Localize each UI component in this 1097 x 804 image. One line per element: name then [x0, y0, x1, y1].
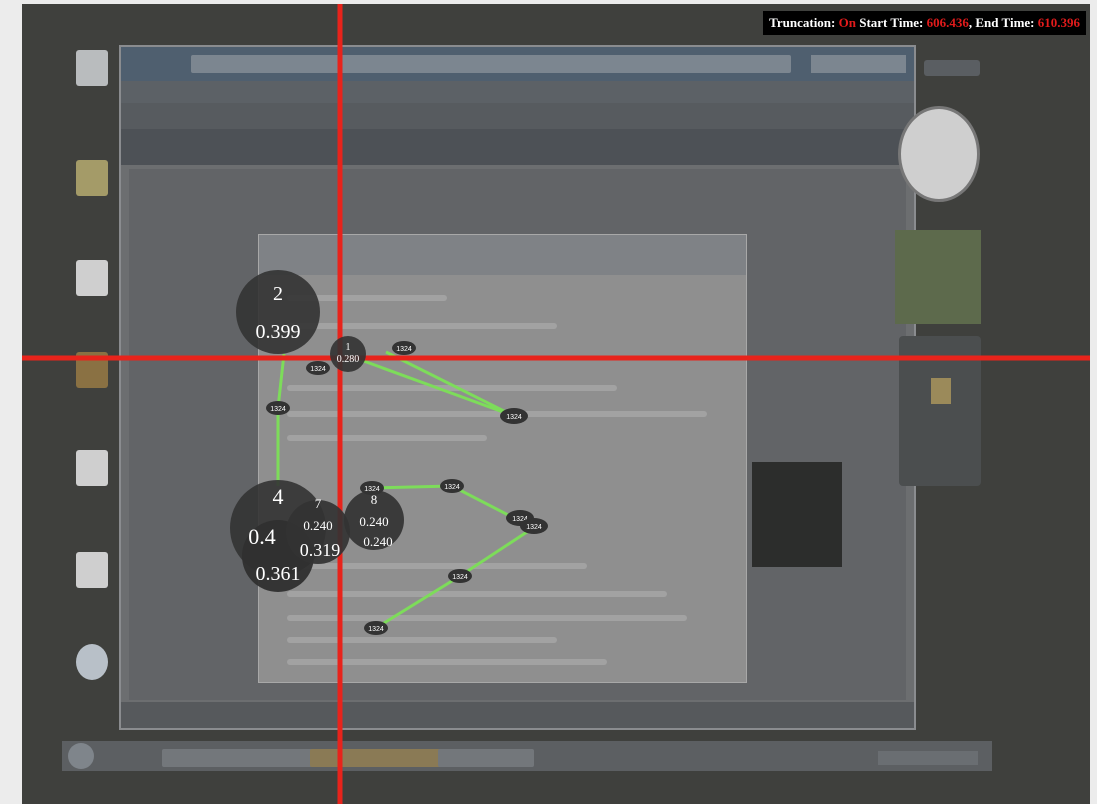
fixation-point-label: 1324 — [396, 346, 412, 353]
fixation-8: 8 0.240 0.240 — [344, 490, 404, 550]
fixation-index: 4 — [273, 484, 284, 509]
fixation-duration-2: 0.361 — [256, 563, 301, 585]
fixation-point-label: 1324 — [270, 406, 286, 413]
fixation-point: 1324 — [440, 479, 464, 493]
fixation-point: 1324 — [392, 341, 416, 355]
fixation-1: 1 0.280 — [330, 336, 366, 372]
fixation-point: 1324 — [306, 361, 330, 375]
fixation-point-label: 1324 — [506, 414, 522, 421]
fixation-point: 1324 — [266, 401, 290, 415]
fixation-duration: 0.280 — [337, 354, 360, 365]
fixation-duration: 0.240 — [303, 518, 332, 533]
fixation-point-label: 1324 — [526, 524, 542, 531]
scanpath-line — [276, 353, 286, 486]
fixation-2: 2 0.399 — [236, 270, 320, 354]
fixation-duration-2: 0.240 — [363, 534, 392, 549]
fixation-index: 7 — [315, 496, 322, 511]
screen-recording: Truncation: On Start Time: 606.436, End … — [22, 4, 1090, 804]
scanpath-line — [349, 350, 515, 418]
fixation-index: 2 — [273, 283, 283, 305]
gaze-overlay: 2 0.399 1 0.280 4 0.4 0.361 7 0.240 0.31… — [22, 4, 1090, 804]
fixation-point-label: 1324 — [444, 484, 460, 491]
fixation-point-label: 1324 — [364, 486, 380, 493]
fixation-point-label: 1324 — [452, 574, 468, 581]
fixation-point-label: 1324 — [368, 626, 384, 633]
fixation-duration: 0.240 — [359, 514, 388, 529]
fixation-point: 1324 — [364, 621, 388, 635]
fixation-duration: 0.399 — [256, 321, 301, 343]
fixation-duration: 0.4 — [248, 524, 276, 549]
fixation-point: 1324 — [448, 569, 472, 583]
fixation-point: 1324 — [500, 408, 528, 424]
fixation-point: 1324 — [520, 518, 548, 534]
fixation-point: 1324 — [360, 481, 384, 495]
fixation-index: 1 — [346, 342, 351, 353]
fixation-duration-2: 0.319 — [300, 540, 341, 560]
fixation-point-label: 1324 — [310, 366, 326, 373]
